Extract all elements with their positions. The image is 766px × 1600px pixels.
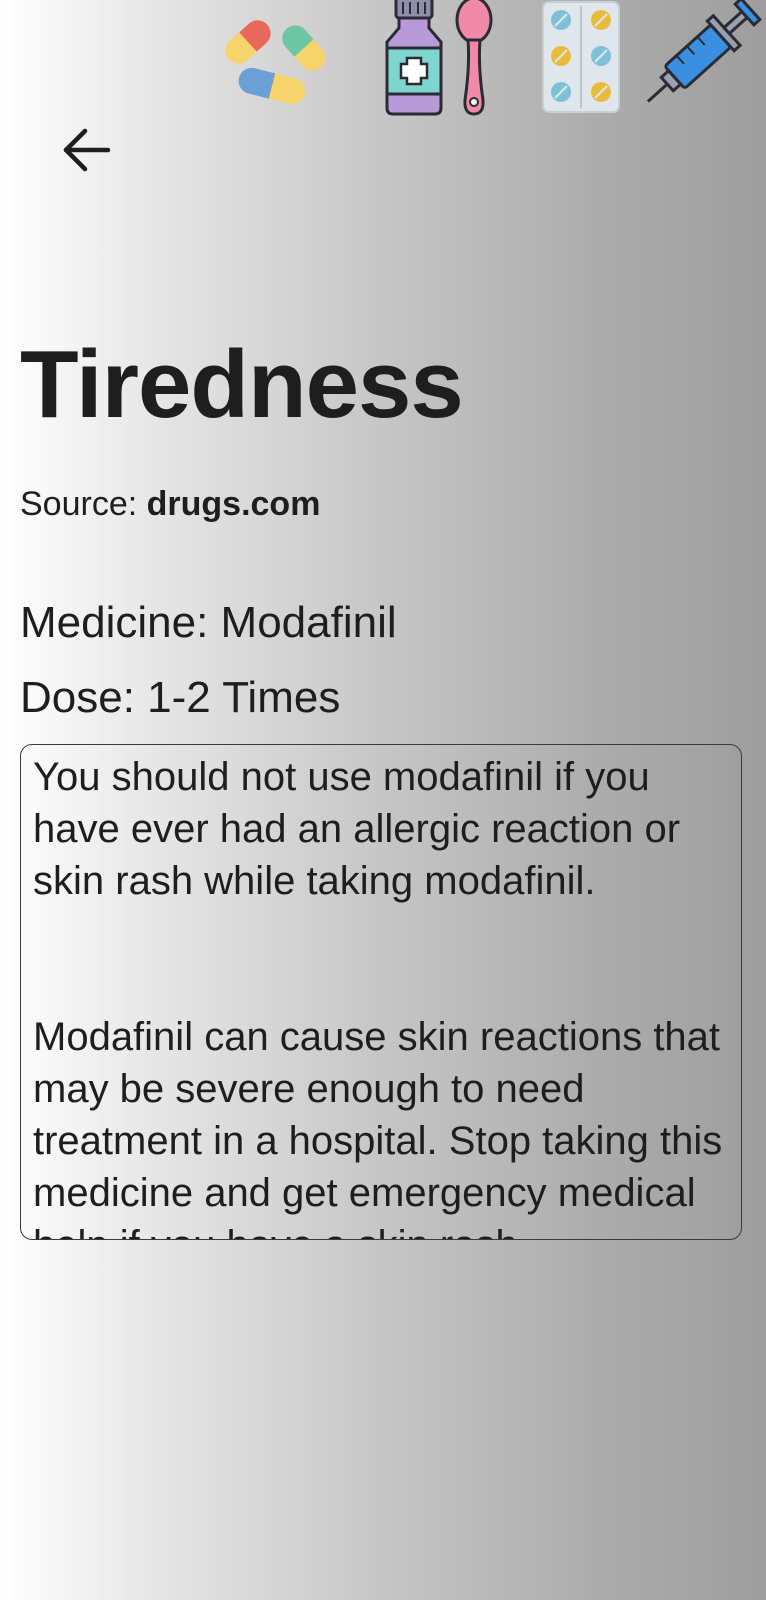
header-icons — [0, 0, 766, 125]
spoon-icon — [455, 0, 493, 116]
syringe-icon — [646, 0, 762, 103]
dose-text: Dose: 1-2 Times — [20, 673, 341, 722]
description-text: You should not use modafinil if you have… — [33, 755, 723, 1239]
back-button[interactable] — [52, 116, 120, 184]
pill-blister-pack-icon — [542, 1, 620, 113]
source-name: drugs.com — [146, 485, 321, 523]
source-line: Source: drugs.com — [20, 484, 320, 525]
medicine-bottle-icon — [385, 0, 443, 116]
description-scroll-box[interactable]: You should not use modafinil if you have… — [20, 744, 742, 1240]
arrow-left-icon — [63, 128, 111, 172]
medicine-name: Medicine: Modafinil — [20, 598, 397, 647]
page-title: Tiredness — [20, 331, 464, 438]
source-label: Source: — [20, 485, 147, 523]
pills-icon — [225, 20, 326, 105]
